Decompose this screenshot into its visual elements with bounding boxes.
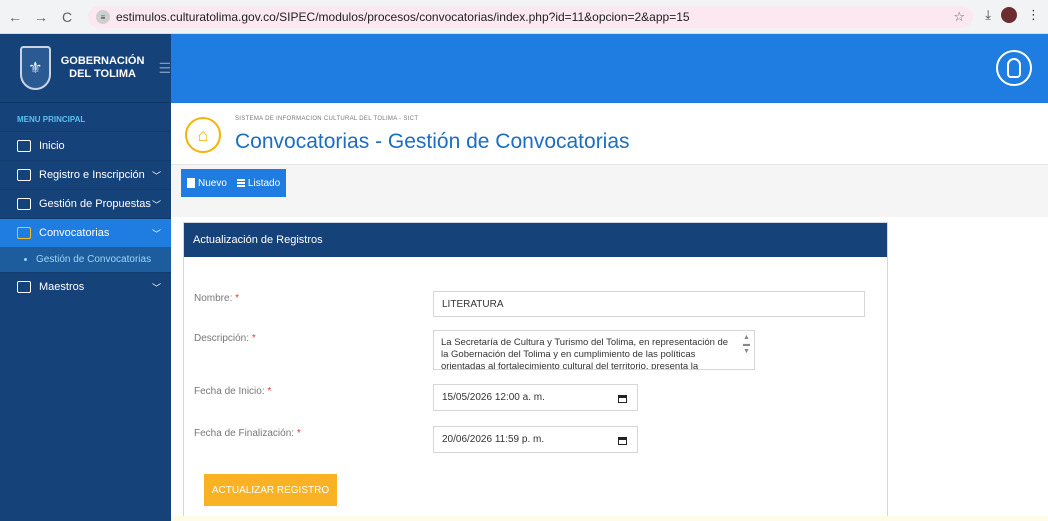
sidebar-item-label: Convocatorias xyxy=(39,227,110,239)
back-button[interactable]: ← xyxy=(4,6,26,28)
end-date-value: 20/06/2026 11:59 p. m. xyxy=(442,434,545,445)
name-input[interactable]: LITERATURA xyxy=(433,291,865,317)
calendar-icon[interactable] xyxy=(618,395,627,403)
required-mark: * xyxy=(251,333,256,344)
bookmark-star-icon[interactable]: ☆ xyxy=(953,9,965,25)
footer-strip xyxy=(171,516,1048,521)
required-mark: * xyxy=(296,428,301,439)
brand-line-2: DEL TOLIMA xyxy=(69,68,136,80)
chevron-down-icon: ﹀ xyxy=(151,199,161,210)
start-date-label-text: Fecha de Inicio: xyxy=(194,386,265,397)
document-icon xyxy=(17,198,31,210)
sidebar-item-convocatorias[interactable]: Convocatorias ﹀ xyxy=(0,218,171,247)
system-title: SISTEMA DE INFORMACION CULTURAL DEL TOLI… xyxy=(235,116,419,122)
page-header: ⌂ SISTEMA DE INFORMACION CULTURAL DEL TO… xyxy=(171,103,1048,165)
brand: ⚜ GOBERNACIÓN DEL TOLIMA ☰ xyxy=(0,34,171,103)
sidebar-item-inicio[interactable]: Inicio xyxy=(0,131,171,160)
browser-menu-icon[interactable]: ⋮ xyxy=(1027,7,1040,23)
brand-line-1: GOBERNACIÓN xyxy=(60,55,145,67)
description-label-text: Descripción: xyxy=(194,333,250,344)
top-header xyxy=(171,34,1048,103)
menu-title: MENU PRINCIPAL xyxy=(17,115,86,124)
description-textarea[interactable]: La Secretaría de Cultura y Turismo del T… xyxy=(433,330,755,370)
sidebar-item-maestros[interactable]: Maestros ﹀ xyxy=(0,272,171,301)
url-text: estimulos.culturatolima.gov.co/SIPEC/mod… xyxy=(116,10,690,24)
update-panel: Actualización de Registros Nombre: * LIT… xyxy=(183,222,888,521)
inbox-icon xyxy=(17,169,31,181)
table-icon xyxy=(17,281,31,293)
start-date-label: Fecha de Inicio: * xyxy=(194,386,271,397)
new-button[interactable]: Nuevo xyxy=(187,178,227,189)
action-toolbar: Nuevo Listado xyxy=(171,165,1048,217)
calendar-icon xyxy=(17,227,31,239)
sidebar-item-label: Inicio xyxy=(39,140,65,152)
profile-avatar[interactable] xyxy=(1001,7,1017,23)
panel-title: Actualización de Registros xyxy=(184,223,887,257)
address-bar[interactable]: ≡ estimulos.culturatolima.gov.co/SIPEC/m… xyxy=(88,6,973,28)
submenu-item-gestion-convocatorias[interactable]: Gestión de Convocatorias xyxy=(0,247,171,272)
end-date-label: Fecha de Finalización: * xyxy=(194,428,301,439)
brand-text: GOBERNACIÓN DEL TOLIMA xyxy=(61,55,145,81)
page-title: Convocatorias - Gestión de Convocatorias xyxy=(235,130,630,153)
site-info-icon[interactable]: ≡ xyxy=(96,10,110,24)
calendar-icon[interactable] xyxy=(618,437,627,445)
name-label-text: Nombre: xyxy=(194,293,233,304)
sidebar-item-label: Maestros xyxy=(39,281,85,293)
home-icon xyxy=(17,140,31,152)
description-label: Descripción: * xyxy=(194,333,256,344)
required-mark: * xyxy=(235,293,240,304)
reload-button[interactable]: C xyxy=(56,6,78,28)
list-button[interactable]: Listado xyxy=(236,177,281,189)
crest-logo: ⚜ xyxy=(20,46,51,90)
name-label: Nombre: * xyxy=(194,293,239,304)
menu-toggle-icon[interactable]: ☰ xyxy=(158,60,171,77)
forward-button[interactable]: → xyxy=(30,6,52,28)
sidebar: ⚜ GOBERNACIÓN DEL TOLIMA ☰ MENU PRINCIPA… xyxy=(0,34,171,521)
textarea-scroll-arrows[interactable]: ▲ ▬ ▼ xyxy=(743,334,750,355)
start-date-value: 15/05/2026 12:00 a. m. xyxy=(442,392,545,403)
chevron-down-icon: ﹀ xyxy=(151,228,161,239)
start-date-input[interactable]: 15/05/2026 12:00 a. m. xyxy=(433,384,638,411)
new-button-label: Nuevo xyxy=(198,177,227,189)
update-record-button[interactable]: ACTUALIZAR REGISTRO xyxy=(204,474,337,506)
user-avatar-icon[interactable] xyxy=(996,50,1032,86)
list-icon xyxy=(236,179,245,187)
toolbar-button-group: Nuevo Listado xyxy=(181,169,287,197)
chevron-down-icon: ﹀ xyxy=(151,282,161,293)
file-icon xyxy=(187,178,195,188)
required-mark: * xyxy=(267,386,272,397)
chevron-down-icon: ﹀ xyxy=(151,170,161,181)
list-button-label: Listado xyxy=(247,177,281,189)
description-text: La Secretaría de Cultura y Turismo del T… xyxy=(441,337,729,370)
sidebar-item-propuestas[interactable]: Gestión de Propuestas ﹀ xyxy=(0,189,171,218)
browser-toolbar: ← → C ≡ estimulos.culturatolima.gov.co/S… xyxy=(0,0,1048,34)
sidebar-item-registro[interactable]: Registro e Inscripción ﹀ xyxy=(0,160,171,189)
end-date-input[interactable]: 20/06/2026 11:59 p. m. xyxy=(433,426,638,453)
home-icon: ⌂ xyxy=(185,117,221,153)
download-icon[interactable]: ⤓ xyxy=(985,7,991,23)
submenu-item-label: Gestión de Convocatorias xyxy=(36,254,152,265)
sidebar-item-label: Registro e Inscripción xyxy=(39,169,145,181)
bullet-icon xyxy=(24,258,27,261)
end-date-label-text: Fecha de Finalización: xyxy=(194,428,295,439)
sidebar-item-label: Gestión de Propuestas xyxy=(39,198,151,210)
